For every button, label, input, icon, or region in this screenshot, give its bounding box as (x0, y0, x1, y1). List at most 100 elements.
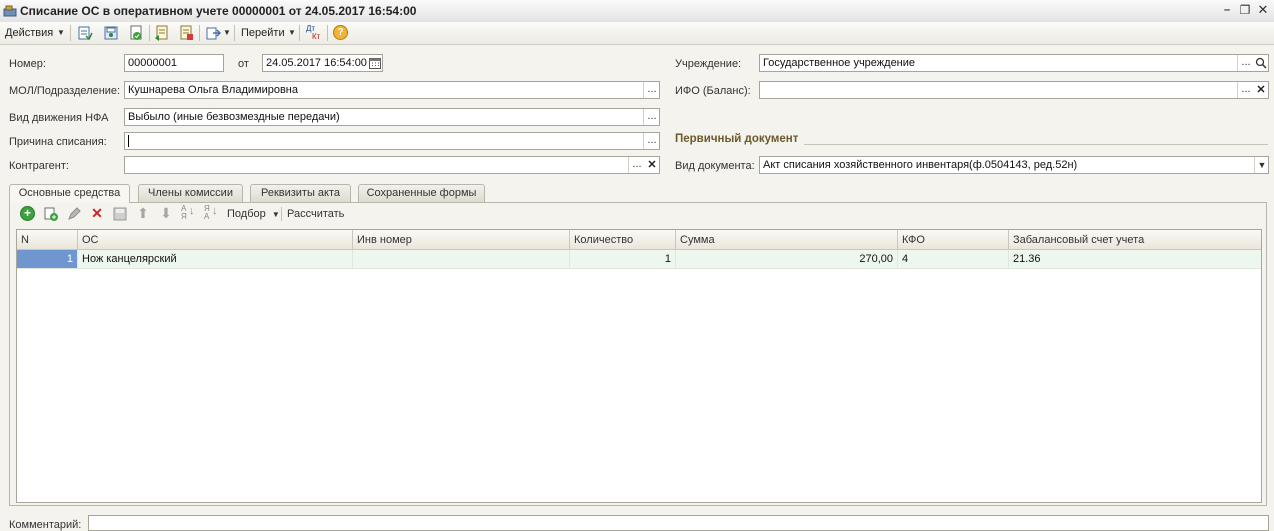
date-value: 24.05.2017 16:54:00 (266, 57, 367, 69)
ifo-clear-icon[interactable]: ✕ (1254, 82, 1268, 98)
end-edit-icon[interactable] (112, 206, 128, 222)
toolbar-separator (327, 25, 328, 41)
pick-label: Подбор (227, 208, 266, 220)
reason-label: Причина списания: (9, 136, 107, 148)
document-add-icon[interactable] (154, 25, 170, 41)
minimize-icon[interactable]: – (1220, 2, 1234, 18)
counterparty-select-button[interactable]: ... (628, 157, 645, 173)
toolbar-separator (70, 25, 71, 41)
tab-main-assets[interactable]: Основные средства (9, 184, 130, 203)
reason-select-button[interactable]: ... (643, 133, 660, 149)
delete-icon[interactable]: ✕ (89, 205, 105, 221)
doc-type-label: Вид документа: (675, 160, 755, 172)
ifo-field[interactable]: ... ✕ (759, 81, 1269, 99)
chevron-down-icon: ▼ (223, 28, 231, 37)
goto-menu[interactable]: Перейти ▼ (241, 22, 297, 44)
institution-select-button[interactable]: ... (1237, 55, 1254, 71)
text-cursor (128, 135, 129, 147)
toolbar-separator (281, 207, 282, 221)
comment-field[interactable] (88, 515, 1269, 531)
window-title: Списание ОС в оперативном учете 00000001… (20, 4, 417, 18)
column-header-kfo[interactable]: КФО (898, 230, 1009, 250)
move-down-icon[interactable]: ⬇ (158, 205, 174, 221)
close-icon[interactable]: ✕ (1256, 2, 1270, 18)
add-row-icon[interactable]: + (20, 206, 35, 221)
based-on-menu[interactable]: ▼ (205, 22, 231, 44)
document-print-icon[interactable] (178, 25, 194, 41)
document-icon (3, 5, 17, 17)
column-header-asset[interactable]: ОС (78, 230, 353, 250)
column-header-n[interactable]: N (17, 230, 78, 250)
table-cell-inv-number[interactable] (353, 250, 570, 269)
institution-label: Учреждение: (675, 58, 742, 70)
from-label: от (238, 58, 249, 70)
post-and-close-icon[interactable] (77, 25, 93, 41)
assets-table: N ОС Инв номер Количество Сумма КФО Заба… (16, 229, 1262, 503)
counterparty-label: Контрагент: (9, 160, 69, 172)
chevron-down-icon: ▼ (271, 210, 280, 219)
help-icon[interactable]: ? (333, 25, 348, 40)
reason-field[interactable]: ... (124, 132, 660, 150)
toolbar-separator (199, 25, 200, 41)
mol-select-button[interactable]: ... (643, 82, 660, 98)
movement-select-button[interactable]: ... (643, 109, 660, 125)
column-header-offbalance-account[interactable]: Забалансовый счет учета (1009, 230, 1261, 250)
move-up-icon[interactable]: ⬆ (135, 205, 151, 221)
primary-doc-title: Первичный документ (675, 133, 799, 145)
counterparty-field[interactable]: ... ✕ (124, 156, 660, 174)
pick-menu[interactable]: Подбор ▼ (227, 208, 280, 222)
chevron-down-icon: ▼ (288, 28, 296, 37)
institution-field[interactable]: Государственное учреждение ... (759, 54, 1269, 72)
doc-type-value: Акт списания хозяйственного инвентаря(ф.… (763, 159, 1078, 171)
save-icon[interactable] (103, 25, 119, 41)
goto-label: Перейти (241, 27, 285, 39)
mol-value: Кушнарева Ольга Владимировна (128, 84, 298, 96)
counterparty-clear-icon[interactable]: ✕ (645, 157, 659, 173)
table-cell-n[interactable]: 1 (17, 250, 78, 269)
section-divider (804, 144, 1268, 145)
number-field[interactable]: 00000001 (124, 54, 224, 72)
ifo-select-button[interactable]: ... (1237, 82, 1254, 98)
toolbar-separator (299, 25, 300, 41)
column-header-inv-number[interactable]: Инв номер (353, 230, 570, 250)
number-label: Номер: (9, 58, 46, 70)
calculate-button[interactable]: Рассчитать (287, 208, 344, 220)
title-bar: Списание ОС в оперативном учете 00000001… (0, 0, 1274, 23)
dt-kt-movements-icon[interactable]: Дт Кт (306, 25, 322, 41)
comment-label: Комментарий: (9, 519, 82, 531)
tab-commission[interactable]: Члены комиссии (138, 184, 243, 202)
sort-ascending-icon[interactable]: А Я ↓ (181, 204, 197, 222)
table-cell-sum[interactable]: 270,00 (676, 250, 898, 269)
ifo-label: ИФО (Баланс): (675, 85, 751, 97)
main-toolbar: Действия ▼ ▼ Перейти ▼ Дт Кт ? (0, 22, 1274, 45)
toolbar-separator (234, 25, 235, 41)
copy-row-icon[interactable] (43, 206, 59, 222)
chevron-down-icon[interactable]: ▼ (1254, 157, 1269, 173)
search-icon[interactable] (1255, 57, 1267, 69)
movement-field[interactable]: Выбыло (иные безвозмездные передачи) ... (124, 108, 660, 126)
calendar-icon[interactable] (369, 57, 381, 69)
table-cell-kfo[interactable]: 4 (898, 250, 1009, 269)
sort-descending-icon[interactable]: Я А ↓ (204, 204, 220, 222)
number-value: 00000001 (128, 57, 177, 69)
doc-type-select[interactable]: Акт списания хозяйственного инвентаря(ф.… (759, 156, 1269, 174)
table-cell-quantity[interactable]: 1 (570, 250, 676, 269)
table-cell-asset[interactable]: Нож канцелярский (78, 250, 353, 269)
mol-field[interactable]: Кушнарева Ольга Владимировна ... (124, 81, 660, 99)
tab-saved-forms[interactable]: Сохраненные формы (358, 184, 485, 202)
institution-value: Государственное учреждение (763, 57, 916, 69)
restore-icon[interactable]: ❐ (1238, 2, 1252, 18)
edit-icon[interactable] (66, 206, 82, 222)
create-based-on-icon (206, 27, 221, 40)
column-header-sum[interactable]: Сумма (676, 230, 898, 250)
toolbar-separator (149, 25, 150, 41)
chevron-down-icon: ▼ (57, 28, 65, 37)
movement-value: Выбыло (иные безвозмездные передачи) (128, 111, 340, 123)
tab-act-details[interactable]: Реквизиты акта (250, 184, 351, 202)
column-header-quantity[interactable]: Количество (570, 230, 676, 250)
date-field[interactable]: 24.05.2017 16:54:00 (262, 54, 383, 72)
actions-label: Действия (5, 27, 54, 39)
table-cell-offbalance-account[interactable]: 21.36 (1009, 250, 1261, 269)
mol-label: МОЛ/Подразделение: (9, 85, 121, 97)
post-icon[interactable] (128, 25, 144, 41)
